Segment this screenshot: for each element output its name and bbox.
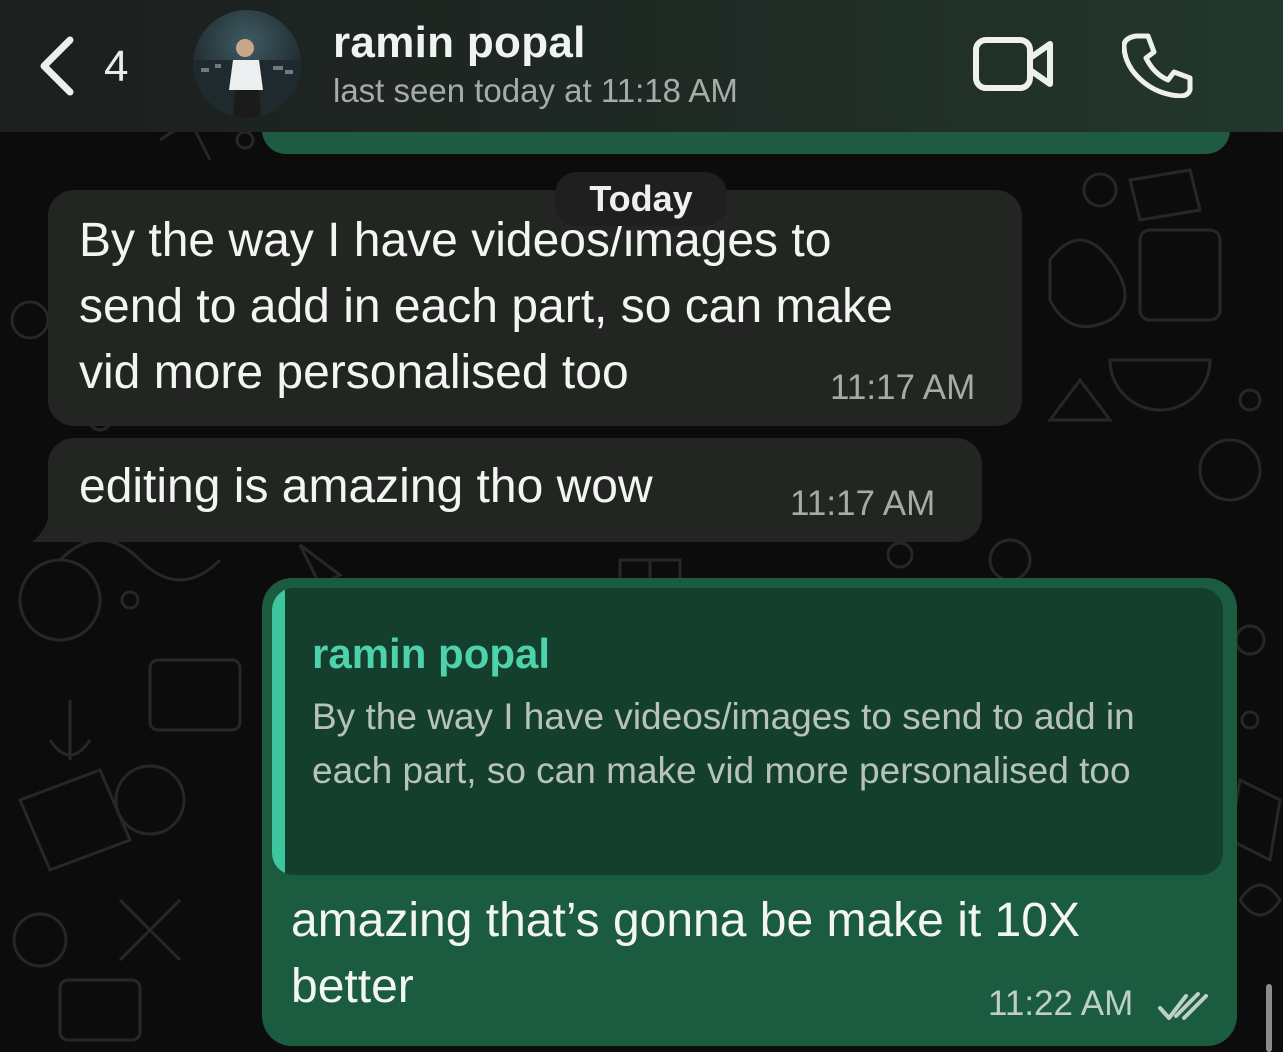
message-time: 11:22 AM <box>988 984 1134 1023</box>
quote-accent-bar <box>272 588 285 875</box>
video-camera-icon <box>973 37 1053 91</box>
voice-call-button[interactable] <box>1121 30 1194 99</box>
chat-screen: 4 ramin popal last seen today at 11:18 A… <box>0 0 1283 1052</box>
phone-icon <box>1121 33 1193 99</box>
outgoing-message[interactable]: ramin popal By the way I have videos/ima… <box>262 578 1237 1046</box>
message-time: 11:17 AM <box>830 368 976 407</box>
scrollbar[interactable] <box>1266 984 1272 1052</box>
chevron-left-icon <box>40 36 74 96</box>
quote-text: By the way I have videos/images to send … <box>312 696 1135 791</box>
message-text: editing is amazing tho wow <box>79 460 653 513</box>
message-time: 11:17 AM <box>790 484 936 523</box>
double-check-icon <box>1158 992 1208 1020</box>
back-button[interactable]: 4 <box>30 30 140 102</box>
incoming-message[interactable]: editing is amazing tho wow 11:17 AM <box>48 438 982 542</box>
chat-header: 4 ramin popal last seen today at 11:18 A… <box>0 0 1283 132</box>
quote-author: ramin popal <box>312 630 551 677</box>
date-separator: Today <box>555 172 727 226</box>
last-seen-status: last seen today at 11:18 AM <box>333 72 738 109</box>
incoming-message[interactable]: By the way I have videos/images to send … <box>48 190 1022 426</box>
video-call-button[interactable] <box>972 34 1056 94</box>
quoted-reply[interactable]: ramin popal By the way I have videos/ima… <box>272 588 1223 875</box>
contact-photo <box>193 39 301 118</box>
avatar[interactable] <box>193 10 301 118</box>
contact-name[interactable]: ramin popal <box>333 18 586 68</box>
unread-count: 4 <box>104 42 129 91</box>
